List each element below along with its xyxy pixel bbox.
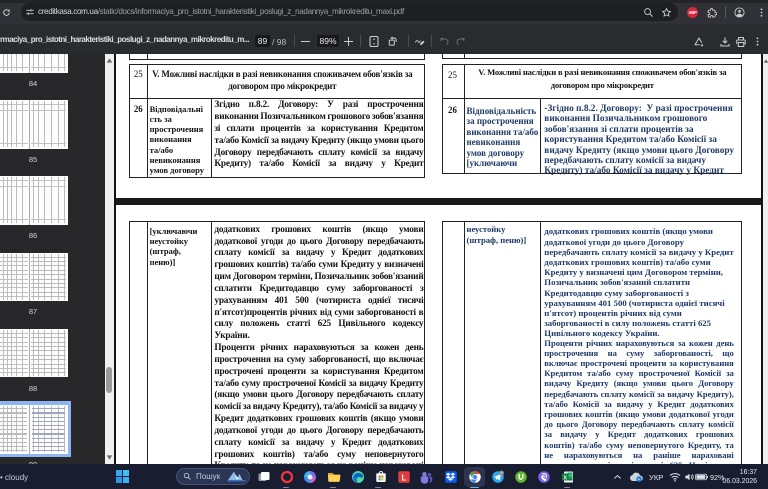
svg-text:X: X [563,475,567,481]
svg-text:L: L [402,473,407,482]
svg-text:7: 7 [501,471,503,475]
